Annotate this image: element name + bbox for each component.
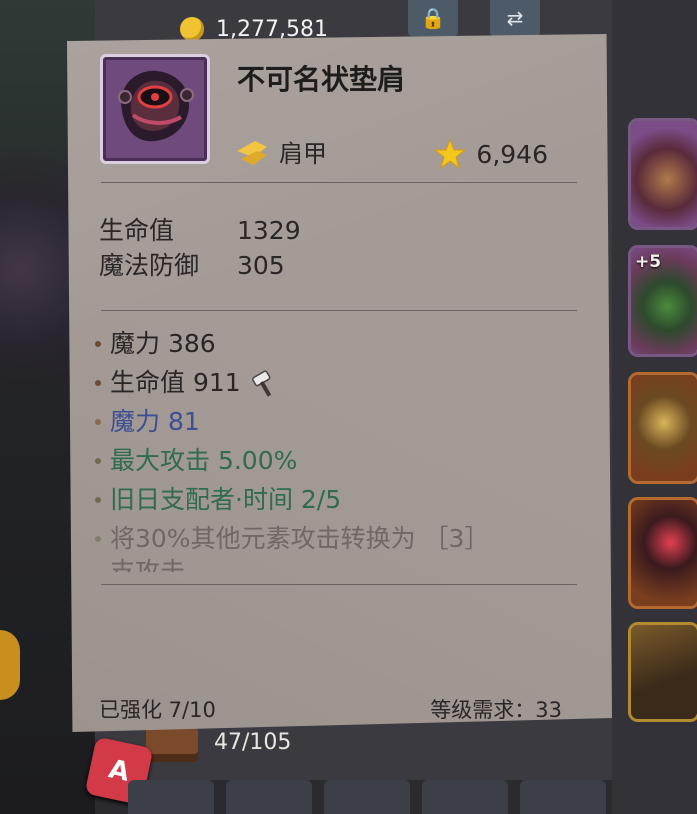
side-badge[interactable] <box>0 630 20 700</box>
chest-icon <box>146 728 198 762</box>
shoulder-type-icon <box>237 140 267 165</box>
affix-item: 将30%其他元素攻击转换为 ［3］ <box>95 519 585 558</box>
power-value: 6,946 <box>476 139 548 169</box>
link-icon[interactable]: ⇄ <box>490 0 540 36</box>
bottom-tab[interactable] <box>226 780 312 814</box>
affix-item: 生命值 911 <box>95 363 585 402</box>
bullet-icon <box>95 457 101 464</box>
affix-overflow: 支攻击 <box>110 557 186 573</box>
gold-amount: 1,277,581 <box>216 16 328 42</box>
item-type: 肩甲 <box>235 134 327 169</box>
affix-item: 魔力 81 <box>95 402 585 441</box>
stat-label: 生命值 <box>99 216 175 245</box>
affix-item: 最大攻击 5.00% <box>95 441 585 480</box>
item-type-label: 肩甲 <box>279 140 327 168</box>
bullet-icon <box>95 418 101 425</box>
power-rating: 6,946 <box>434 138 548 170</box>
enhance-level: 已强化 7/10 <box>99 698 216 722</box>
divider <box>101 182 577 183</box>
left-decoration <box>0 150 70 450</box>
affix-item: 魔力 386 <box>95 324 585 363</box>
equipment-slot[interactable]: +5 <box>628 245 697 357</box>
stat-value: 305 <box>237 251 285 280</box>
equipment-slot[interactable] <box>628 372 697 484</box>
bullet-icon <box>95 535 101 542</box>
stat-value: 1329 <box>237 216 301 245</box>
hammer-icon <box>251 370 271 396</box>
equipment-slot[interactable] <box>628 622 697 722</box>
divider <box>101 584 577 585</box>
affix-text: 最大攻击 5.00% <box>110 446 298 475</box>
bottom-tab[interactable] <box>128 780 214 814</box>
bottom-tab[interactable] <box>422 780 508 814</box>
star-icon <box>434 138 467 170</box>
gold-coin-icon <box>180 17 204 41</box>
affix-list: 魔力 386 生命值 911 魔力 81 最大攻击 5.00% 旧日支配者·时间… <box>95 324 585 572</box>
bottom-tab[interactable] <box>324 780 410 814</box>
stat-label: 魔法防御 <box>99 251 200 280</box>
divider <box>101 310 577 311</box>
equipment-slot[interactable] <box>628 497 697 609</box>
affix-text: 魔力 81 <box>110 407 200 436</box>
affix-text: 生命值 911 <box>110 368 241 397</box>
affix-text: 魔力 386 <box>110 329 216 358</box>
inventory-count: 47/105 <box>214 730 292 755</box>
base-stats: 生命值 1329 魔法防御 305 <box>99 214 301 282</box>
item-name: 不可名状垫肩 <box>237 63 406 96</box>
bullet-icon <box>95 379 101 386</box>
level-requirement: 等级需求：33 <box>430 698 562 722</box>
bullet-icon <box>95 340 101 347</box>
bullet-icon <box>95 496 101 503</box>
bottom-tab[interactable] <box>520 780 606 814</box>
affix-text: 将30%其他元素攻击转换为 ［3］ <box>110 524 490 553</box>
shoulder-armor-icon <box>100 54 210 164</box>
affix-text: 旧日支配者·时间 2/5 <box>110 485 342 514</box>
affix-item: 旧日支配者·时间 2/5 <box>95 480 585 519</box>
slot-enhance-label: +5 <box>635 252 662 272</box>
equipment-slot[interactable] <box>628 118 697 230</box>
item-tooltip: 不可名状垫肩 肩甲 6,946 生命值 1329 魔法防御 305 魔力 386… <box>67 34 612 732</box>
lock-icon[interactable]: 🔒 <box>408 0 458 36</box>
